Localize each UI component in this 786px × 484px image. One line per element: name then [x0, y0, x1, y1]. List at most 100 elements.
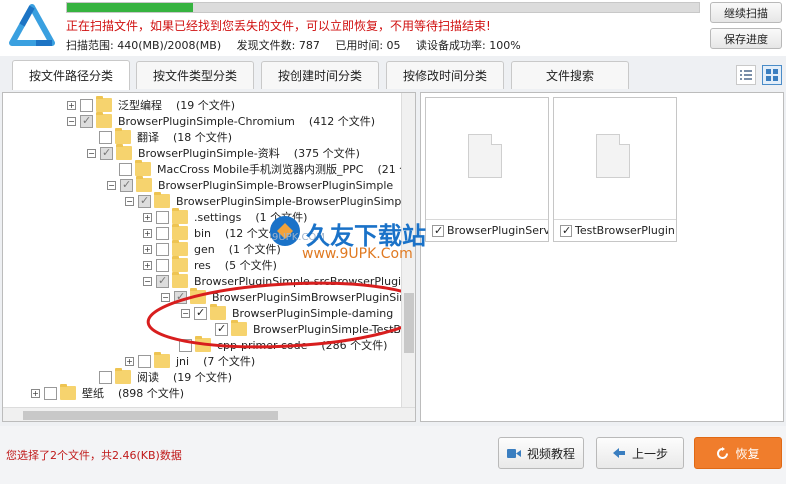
tree-item-label: 泛型编程 [118, 99, 162, 112]
tree-checkbox[interactable] [156, 242, 169, 256]
tree-item-label: MacCross Mobile手机浏览器内测版_PPC [157, 163, 364, 176]
expand-icon[interactable]: + [125, 356, 134, 366]
app-logo-icon [9, 4, 55, 46]
expand-icon[interactable]: + [31, 388, 40, 398]
tree-checkbox[interactable] [100, 146, 113, 160]
scan-stats: 扫描范围: 440(MB)/2008(MB) 发现文件数: 787 已用时间: … [66, 37, 533, 53]
tree-checkbox[interactable] [119, 162, 132, 176]
collapse-icon[interactable]: − [107, 180, 116, 190]
tree-row[interactable]: MacCross Mobile手机浏览器内测版_PPC (21 个 [119, 160, 410, 177]
recover-button[interactable]: 恢复 [694, 437, 782, 469]
file-card-footer: TestBrowserPlugin.java [554, 219, 676, 241]
video-tutorial-button[interactable]: 视频教程 [498, 437, 584, 469]
save-progress-button[interactable]: 保存进度 [710, 28, 782, 49]
continue-scan-button[interactable]: 继续扫描 [710, 2, 782, 23]
list-view-icon[interactable] [736, 65, 756, 85]
folder-icon [115, 128, 131, 144]
highlight-ellipse-annotation [146, 281, 415, 349]
tree-checkbox[interactable] [80, 98, 93, 112]
tree-item-count: (898 个文件) [118, 387, 185, 400]
tree-row[interactable]: + 泛型编程 (19 个文件) [67, 96, 236, 113]
scan-progress-bar [66, 2, 700, 13]
file-card[interactable]: TestBrowserPlugin.java [553, 97, 677, 242]
tree-item-label: 阅读 [137, 371, 159, 384]
header: 正在扫描文件，如果已经找到您丢失的文件，可以立即恢复，不用等待扫描结束! 扫描范… [0, 0, 786, 56]
tree-row[interactable]: + res (5 个文件) [143, 256, 277, 273]
tree-row[interactable]: + jni (7 个文件) [125, 352, 255, 369]
tree-vertical-scroll-thumb[interactable] [404, 293, 414, 353]
recover-icon [717, 446, 729, 459]
tree-checkbox[interactable] [99, 370, 112, 384]
tree-checkbox[interactable] [80, 114, 93, 128]
tree-checkbox[interactable] [120, 178, 133, 192]
folder-icon [136, 176, 152, 192]
tab-file-search[interactable]: 文件搜索 [511, 61, 629, 89]
tree-item-count: (19 个文件) [176, 99, 236, 112]
folder-icon [60, 384, 76, 400]
grid-view-icon[interactable] [762, 65, 782, 85]
expand-icon[interactable]: + [143, 228, 152, 238]
tree-item-label: res [194, 258, 211, 272]
expand-icon[interactable]: + [143, 244, 152, 254]
tree-item-count: (412 个文件) [308, 115, 375, 128]
elapsed-time: 已用时间: 05 [335, 39, 401, 52]
tree-item-count: (19 个文件) [173, 371, 233, 384]
watermark-url: www.9UPK.Com [302, 246, 413, 262]
watermark: 9UPK.COM 久友下载站 www.9UPK.Com [262, 202, 472, 272]
back-button[interactable]: 上一步 [596, 437, 684, 469]
collapse-icon[interactable]: − [67, 116, 76, 126]
expand-icon[interactable]: + [67, 100, 76, 110]
collapse-icon[interactable]: − [125, 196, 134, 206]
tab-by-created[interactable]: 按创建时间分类 [261, 61, 379, 89]
folder-icon [172, 224, 188, 240]
tree-row[interactable]: 翻译 (18 个文件) [99, 128, 232, 145]
tree-item-label: gen [194, 242, 215, 256]
file-checkbox[interactable] [560, 224, 572, 237]
tree-item-label: BrowserPluginSimple-Chromium [118, 114, 295, 128]
tree-checkbox[interactable] [138, 354, 151, 368]
collapse-icon[interactable]: − [87, 148, 96, 158]
tree-item-label: BrowserPluginSimple-资料 [138, 147, 280, 160]
expand-icon[interactable]: + [143, 212, 152, 222]
tree-row[interactable]: + 壁纸 (898 个文件) [31, 384, 185, 401]
tab-by-path[interactable]: 按文件路径分类 [12, 60, 130, 90]
document-icon [596, 134, 630, 178]
folder-icon [96, 96, 112, 112]
file-name: TestBrowserPlugin.java [575, 224, 676, 237]
tree-checkbox[interactable] [99, 130, 112, 144]
back-label: 上一步 [631, 446, 668, 461]
tree-checkbox[interactable] [44, 386, 57, 400]
tab-by-type[interactable]: 按文件类型分类 [136, 61, 254, 89]
recover-label: 恢复 [735, 446, 760, 461]
tree-checkbox[interactable] [138, 194, 151, 208]
file-preview-panel: BrowserPluginService.java TestBrowserPlu… [420, 92, 784, 422]
video-tutorial-label: 视频教程 [526, 446, 575, 461]
scan-range: 扫描范围: 440(MB)/2008(MB) [66, 39, 222, 52]
folder-icon [115, 368, 131, 384]
tree-row[interactable]: − BrowserPluginSimple-资料 (375 个文件) [87, 144, 360, 161]
tree-item-label: 翻译 [137, 131, 159, 144]
tree-row[interactable]: − BrowserPluginSimple-Chromium (412 个文件) [67, 112, 375, 129]
tree-horizontal-scroll-thumb[interactable] [23, 411, 278, 420]
tree-horizontal-scrollbar[interactable] [3, 407, 415, 421]
folder-icon [154, 192, 170, 208]
tree-item-count: (375 个文件) [293, 147, 360, 160]
tree-checkbox[interactable] [156, 258, 169, 272]
selection-info: 您选择了2个文件，共2.46(KB)数据 [6, 449, 182, 462]
tree-row[interactable]: − BrowserPluginSimple-BrowserPluginSimpl… [107, 176, 415, 193]
tree-item-label: BrowserPluginSimple-BrowserPluginSimple [158, 178, 394, 192]
tree-checkbox[interactable] [156, 210, 169, 224]
expand-icon[interactable]: + [143, 260, 152, 270]
tree-checkbox[interactable] [156, 226, 169, 240]
tab-bar: 按文件路径分类 按文件类型分类 按创建时间分类 按修改时间分类 文件搜索 [0, 56, 786, 90]
folder-icon [172, 240, 188, 256]
folder-icon [116, 144, 132, 160]
tree-item-label: 壁纸 [82, 387, 104, 400]
files-found: 发现文件数: 787 [236, 39, 320, 52]
tree-row[interactable]: 阅读 (19 个文件) [99, 368, 233, 385]
video-icon [506, 448, 521, 458]
tree-item-label: bin [194, 226, 212, 240]
tab-by-modified[interactable]: 按修改时间分类 [386, 61, 504, 89]
folder-icon [135, 160, 151, 176]
tree-row[interactable]: + gen (1 个文件) [143, 240, 281, 257]
